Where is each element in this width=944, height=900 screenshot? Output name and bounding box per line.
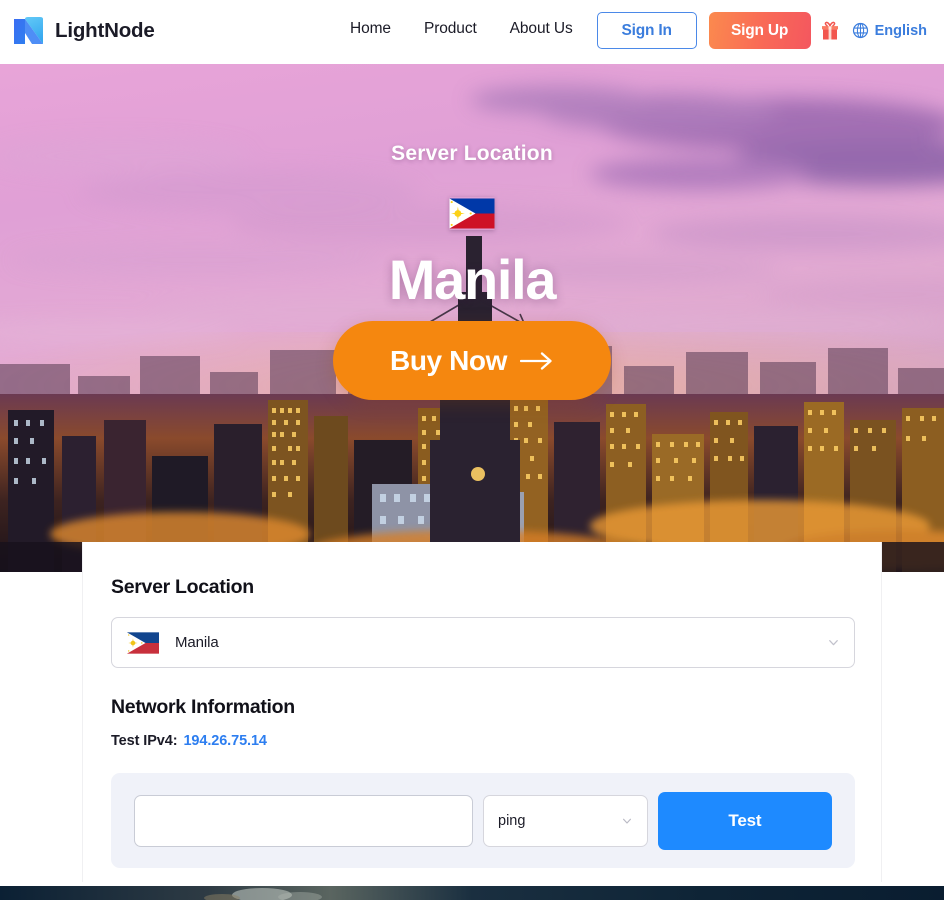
chevron-down-icon xyxy=(829,640,838,646)
philippines-flag-icon xyxy=(127,631,159,654)
server-detail-card: Server Location Manila Network Informati… xyxy=(82,542,882,882)
main-nav: Home Product About Us xyxy=(350,20,573,38)
buy-now-button[interactable]: Buy Now xyxy=(333,321,611,400)
test-ipv4-row: Test IPv4: 194.26.75.14 xyxy=(111,733,853,749)
test-ipv4-label: Test IPv4: xyxy=(111,733,178,749)
nav-item-about-us[interactable]: About Us xyxy=(510,20,573,38)
test-ipv4-value[interactable]: 194.26.75.14 xyxy=(183,733,267,749)
manila-skyline-image xyxy=(0,64,944,572)
card-inner: Server Location Manila Network Informati… xyxy=(83,542,881,868)
buy-now-label: Buy Now xyxy=(390,344,507,376)
network-test-panel: ping Test xyxy=(111,773,855,868)
sign-up-button[interactable]: Sign Up xyxy=(708,12,811,49)
sign-in-button[interactable]: Sign In xyxy=(596,12,697,49)
lightnode-logo-icon xyxy=(14,17,43,44)
language-switcher[interactable]: English xyxy=(852,22,927,39)
server-location-value: Manila xyxy=(175,634,219,651)
language-label: English xyxy=(874,22,927,39)
globe-icon xyxy=(852,22,868,39)
brand-logo-link[interactable]: LightNode xyxy=(12,13,155,48)
page-root: LightNode Home Product About Us Sign In … xyxy=(0,0,944,900)
gift-icon[interactable] xyxy=(820,20,840,41)
chevron-down-icon xyxy=(622,818,631,824)
test-host-input[interactable] xyxy=(134,794,473,847)
footer-image xyxy=(0,886,944,900)
nav-item-product[interactable]: Product xyxy=(424,20,477,38)
nav-item-home[interactable]: Home xyxy=(350,20,391,38)
server-location-select[interactable]: Manila xyxy=(111,617,855,668)
test-mode-select[interactable]: ping xyxy=(483,794,648,847)
site-header: LightNode Home Product About Us Sign In … xyxy=(0,0,944,64)
header-actions: Sign In Sign Up English xyxy=(596,12,944,49)
server-location-heading: Server Location xyxy=(111,576,254,598)
arrow-right-icon xyxy=(519,351,552,370)
run-test-button[interactable]: Test xyxy=(657,791,832,850)
hero-banner: Server Location Manila Buy Now xyxy=(0,64,944,572)
network-information-heading: Network Information xyxy=(111,696,295,718)
footer-strip xyxy=(0,886,944,900)
test-mode-value: ping xyxy=(498,812,526,829)
brand-name: LightNode xyxy=(55,18,155,42)
